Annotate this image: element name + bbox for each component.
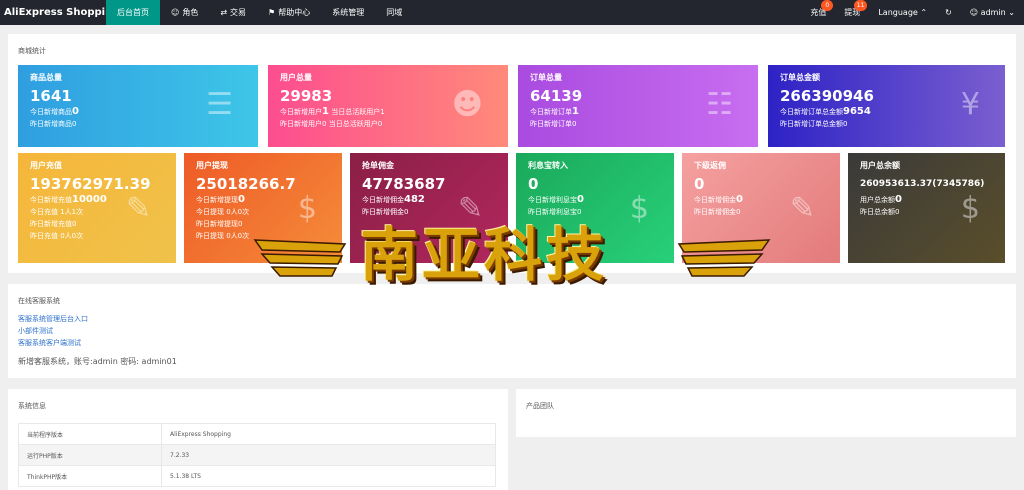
cs-note: 新增客服系统，账号:admin 密码: admin01 bbox=[18, 357, 177, 366]
edit-icon: ✎ bbox=[457, 191, 483, 226]
withdraw-link[interactable]: 提现 11 bbox=[835, 0, 869, 25]
withdraw-badge: 11 bbox=[853, 0, 868, 11]
panel-title: 商城统计 bbox=[18, 47, 46, 55]
user-icon: ☺ bbox=[969, 8, 979, 17]
nav-item-trade[interactable]: ⇄ 交易 bbox=[209, 0, 257, 25]
main-nav: 后台首页 ☺ 角色 ⇄ 交易 ⚑ 帮助中心 系统管理 同域 bbox=[106, 0, 413, 25]
recharge-link[interactable]: 充值 0 bbox=[801, 0, 835, 25]
right-nav: 充值 0 提现 11 Language ⌃ ↻ ☺ admin ⌄ bbox=[801, 0, 1024, 25]
table-cell: AliExpress Shopping bbox=[161, 423, 496, 445]
table-row: 运行PHP版本 7.2.33 bbox=[18, 444, 496, 466]
language-dropdown[interactable]: Language ⌃ bbox=[869, 0, 936, 25]
nav-item-label: 同域 bbox=[386, 8, 403, 17]
cs-client-link[interactable]: 客服系统客户端测试 bbox=[18, 337, 88, 349]
card-label: 订单总量 bbox=[530, 73, 562, 82]
refresh-icon: ↻ bbox=[945, 8, 952, 17]
table-cell: 运行PHP版本 bbox=[18, 444, 162, 466]
card-line: 昨日充值 0人0次 bbox=[30, 232, 84, 240]
stat-card-commission[interactable]: 抢单佣金 47783687 今日新增佣金482 昨日新增佣金0 ✎ bbox=[350, 153, 508, 263]
nav-item-domain[interactable]: 同域 bbox=[375, 0, 413, 25]
dollar-icon: $ bbox=[629, 191, 649, 226]
refresh-button[interactable]: ↻ bbox=[936, 0, 961, 25]
system-info-table: 当前程序版本 AliExpress Shopping 运行PHP版本 7.2.33 … bbox=[18, 423, 496, 487]
stat-card-interest[interactable]: 利息宝转入 0 今日新增利息宝0 昨日新增利息宝0 $ bbox=[516, 153, 674, 263]
panel-title: 在线客服系统 bbox=[18, 297, 60, 305]
card-label: 商品总量 bbox=[30, 73, 62, 82]
card-line: 昨日提现 0人0次 bbox=[196, 232, 250, 240]
stat-card-products[interactable]: 商品总量 1641 今日新增商品0 昨日新增商品0 ☰ bbox=[18, 65, 258, 147]
nav-item-label: 系统管理 bbox=[332, 8, 365, 17]
product-team-panel: 产品团队 bbox=[516, 389, 1016, 437]
nav-item-label: 交易 bbox=[230, 8, 247, 17]
nav-item-system[interactable]: 系统管理 bbox=[321, 0, 375, 25]
card-label: 利息宝转入 bbox=[528, 161, 568, 170]
card-label: 用户总余额 bbox=[860, 161, 900, 170]
card-label: 订单总金额 bbox=[780, 73, 820, 82]
card-label: 用户充值 bbox=[30, 161, 62, 170]
app-brand[interactable]: AliExpress Shopping... bbox=[0, 0, 106, 25]
nav-item-label: 后台首页 bbox=[117, 8, 149, 17]
recharge-badge: 0 bbox=[821, 0, 834, 11]
nav-item-role[interactable]: ☺ 角色 bbox=[160, 0, 209, 25]
exchange-icon: ⇄ bbox=[220, 8, 228, 17]
chevron-down-icon: ⌄ bbox=[1008, 8, 1015, 17]
language-label: Language bbox=[878, 8, 918, 17]
dollar-icon: $ bbox=[297, 191, 317, 226]
layers-icon: ☰ bbox=[206, 87, 233, 122]
edit-icon: ✎ bbox=[789, 191, 815, 226]
stat-card-users[interactable]: 用户总量 29983 今日新增用户1 当日总活跃用户1 昨日新增用户0 当日总活… bbox=[268, 65, 508, 147]
table-cell: ThinkPHP版本 bbox=[18, 465, 162, 487]
stat-card-sub-commission[interactable]: 下级返佣 0 今日新增佣金0 昨日新增佣金0 ✎ bbox=[682, 153, 840, 263]
stat-card-balance[interactable]: 用户总余额 260953613.37(7345786) 用户总余额0 昨日总余额… bbox=[848, 153, 1005, 263]
nav-item-help[interactable]: ⚑ 帮助中心 bbox=[257, 0, 321, 25]
user-name: admin bbox=[980, 8, 1006, 17]
table-cell: 7.2.33 bbox=[161, 444, 496, 466]
system-info-panel: 系统信息 当前程序版本 AliExpress Shopping 运行PHP版本 7.… bbox=[8, 389, 508, 490]
panel-title: 系统信息 bbox=[18, 402, 46, 410]
table-cell: 当前程序版本 bbox=[18, 423, 162, 445]
card-label: 用户提现 bbox=[196, 161, 228, 170]
nav-item-home[interactable]: 后台首页 bbox=[106, 0, 160, 25]
cs-links: 客服系统管理后台入口 小部件测试 客服系统客户端测试 bbox=[18, 313, 88, 349]
customer-service-panel: 在线客服系统 客服系统管理后台入口 小部件测试 客服系统客户端测试 新增客服系统… bbox=[8, 284, 1016, 378]
nav-item-label: 帮助中心 bbox=[278, 8, 311, 17]
card-label: 用户总量 bbox=[280, 73, 312, 82]
dollar-icon: $ bbox=[960, 191, 980, 226]
mall-stats-panel: 商城统计 商品总量 1641 今日新增商品0 昨日新增商品0 ☰ 用户总量 29… bbox=[8, 34, 1016, 273]
chevron-up-icon: ⌃ bbox=[920, 8, 928, 17]
stat-card-withdraw[interactable]: 用户提现 25018266.7 今日新增提现0 今日提现 0人0次 昨日新增提现… bbox=[184, 153, 342, 263]
user-menu[interactable]: ☺ admin ⌄ bbox=[961, 0, 1024, 25]
panel-title: 产品团队 bbox=[526, 402, 554, 410]
user-icon: ☺ bbox=[171, 8, 180, 17]
card-label: 抢单佣金 bbox=[362, 161, 394, 170]
table-row: 当前程序版本 AliExpress Shopping bbox=[18, 423, 496, 445]
edit-icon: ✎ bbox=[125, 191, 151, 226]
cs-widget-link[interactable]: 小部件测试 bbox=[18, 325, 88, 337]
users-icon: ☻ bbox=[451, 87, 483, 122]
top-navbar: AliExpress Shopping... 后台首页 ☺角色 ⇄交易 ⚑帮助中… bbox=[0, 0, 1024, 25]
stat-card-recharge[interactable]: 用户充值 193762971.39 今日新增充值10000 今日充值 1人1次 … bbox=[18, 153, 176, 263]
flag-icon: ⚑ bbox=[268, 8, 276, 17]
cs-admin-link[interactable]: 客服系统管理后台入口 bbox=[18, 313, 88, 325]
book-icon: ☷ bbox=[706, 87, 733, 122]
table-cell: 5.1.38 LTS bbox=[161, 465, 496, 487]
yen-icon: ¥ bbox=[960, 87, 980, 122]
nav-item-label: 角色 bbox=[182, 8, 199, 17]
table-row: ThinkPHP版本 5.1.38 LTS bbox=[18, 465, 496, 487]
card-label: 下级返佣 bbox=[694, 161, 726, 170]
stat-card-order-amount[interactable]: 订单总金额 266390946 今日新增订单总金额9654 昨日新增订单总金额0… bbox=[768, 65, 1005, 147]
stat-card-orders[interactable]: 订单总量 64139 今日新增订单1 昨日新增订单0 ☷ bbox=[518, 65, 758, 147]
